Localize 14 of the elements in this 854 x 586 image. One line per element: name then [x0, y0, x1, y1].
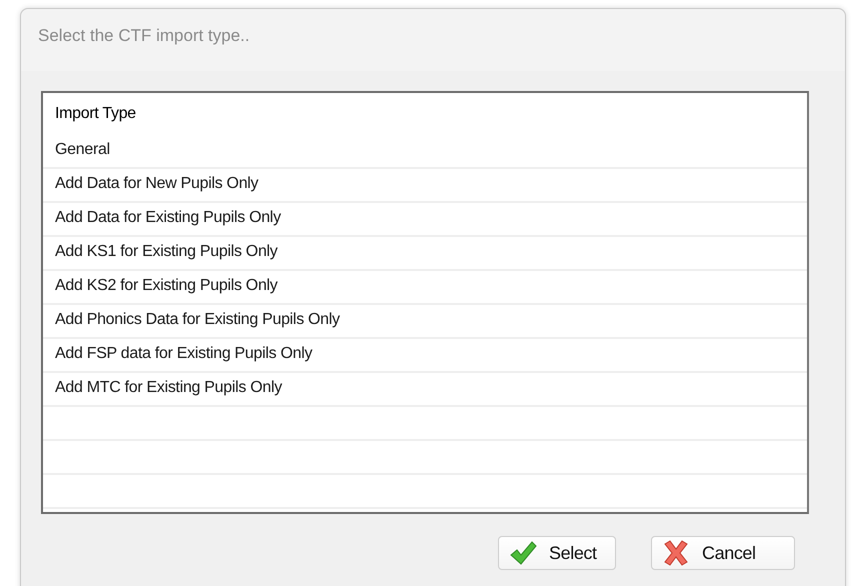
list-item[interactable]: Add Data for New Pupils Only: [43, 169, 807, 203]
column-header: Import Type: [54, 104, 137, 124]
list-item[interactable]: Add FSP data for Existing Pupils Only: [43, 339, 807, 373]
cross-icon: [662, 540, 690, 566]
list-item[interactable]: Add KS2 for Existing Pupils Only: [43, 271, 807, 305]
list-item[interactable]: Add Phonics Data for Existing Pupils Only: [43, 305, 807, 339]
list-item[interactable]: Add KS1 for Existing Pupils Only: [43, 237, 807, 271]
list-item[interactable]: Add MTC for Existing Pupils Only: [43, 373, 807, 407]
list-item[interactable]: General: [43, 135, 807, 169]
window-title: Select the CTF import type..: [38, 26, 250, 46]
cancel-button[interactable]: Cancel: [651, 536, 795, 570]
list-item[interactable]: Add Data for Existing Pupils Only: [43, 203, 807, 237]
select-button[interactable]: Select: [498, 536, 616, 570]
check-icon: [509, 540, 537, 566]
